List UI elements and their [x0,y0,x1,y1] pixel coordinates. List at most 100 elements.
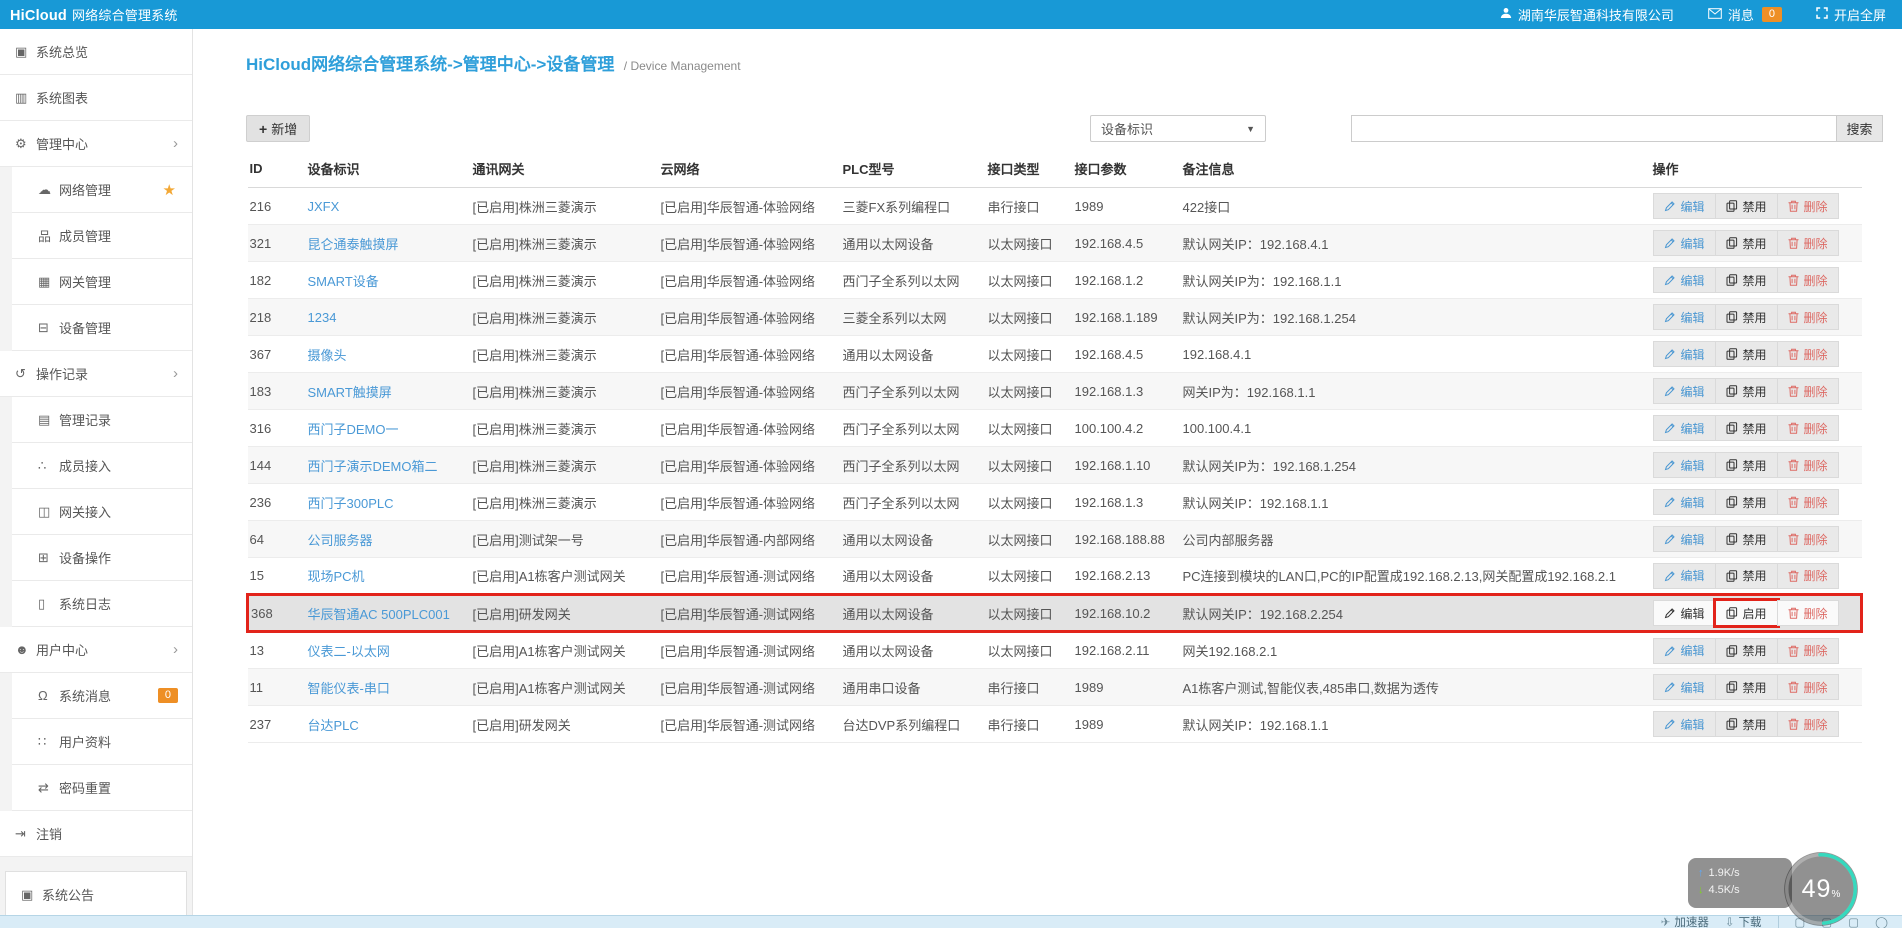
device-link[interactable]: 智能仪表-串口 [308,681,390,696]
delete-button[interactable]: 删除 [1776,637,1839,664]
edit-button[interactable]: 编辑 [1652,341,1716,367]
sidebar-item-member-access[interactable]: ∴ 成员接入 [12,443,192,489]
edit-button[interactable]: 编辑 [1652,378,1716,404]
filter-field-select[interactable]: 设备标识 ▼ [1090,115,1266,142]
toggle-button[interactable]: 禁用 [1714,230,1778,256]
edit-button[interactable]: 编辑 [1652,304,1716,330]
edit-button[interactable]: 编辑 [1652,526,1716,552]
edit-button[interactable]: 编辑 [1652,452,1716,478]
table-row[interactable]: 182 SMART设备 [已启用]株洲三菱演示 [已启用]华辰智通-体验网络 西… [247,261,1862,299]
delete-button[interactable]: 删除 [1776,267,1839,293]
sidebar-item-system-notice[interactable]: ▣ 系统公告 [5,871,187,917]
delete-button[interactable]: 删除 [1776,415,1839,441]
delete-button[interactable]: 删除 [1776,711,1839,737]
table-row[interactable]: 237 台达PLC [已启用]研发网关 [已启用]华辰智通-测试网络 台达DVP… [247,705,1862,743]
toggle-button[interactable]: 禁用 [1714,452,1778,478]
sidebar-item-network-mgmt[interactable]: ☁ 网络管理 ★ [12,167,192,213]
edit-button[interactable]: 编辑 [1652,600,1716,626]
delete-button[interactable]: 删除 [1776,452,1839,478]
table-row[interactable]: 15 现场PC机 [已启用]A1栋客户测试网关 [已启用]华辰智通-测试网络 通… [247,557,1862,595]
device-link[interactable]: SMART触摸屏 [308,385,392,400]
table-row[interactable]: 183 SMART触摸屏 [已启用]株洲三菱演示 [已启用]华辰智通-体验网络 … [247,372,1862,410]
table-row[interactable]: 64 公司服务器 [已启用]测试架一号 [已启用]华辰智通-内部网络 通用以太网… [247,520,1862,558]
sidebar-item-device-mgmt[interactable]: ⊟ 设备管理 [12,305,192,351]
table-row[interactable]: 13 仪表二-以太网 [已启用]A1栋客户测试网关 [已启用]华辰智通-测试网络… [247,631,1862,669]
favorite-star-icon[interactable]: ★ [163,181,180,199]
delete-button[interactable]: 删除 [1776,230,1839,256]
table-row[interactable]: 236 西门子300PLC [已启用]株洲三菱演示 [已启用]华辰智通-体验网络… [247,483,1862,521]
edit-button[interactable]: 编辑 [1652,193,1716,219]
toggle-button[interactable]: 启用 [1712,598,1780,628]
toggle-button[interactable]: 禁用 [1714,415,1778,441]
table-row[interactable]: 11 智能仪表-串口 [已启用]A1栋客户测试网关 [已启用]华辰智通-测试网络… [247,668,1862,706]
edit-button[interactable]: 编辑 [1652,489,1716,515]
device-link[interactable]: 1234 [308,310,337,325]
sidebar-item-device-ops[interactable]: ⊞ 设备操作 [12,535,192,581]
device-link[interactable]: 昆仑通泰触摸屏 [308,237,399,252]
delete-button[interactable]: 删除 [1776,526,1839,552]
sidebar-item-system-messages[interactable]: Ω 系统消息 0 [12,673,192,719]
toggle-button[interactable]: 禁用 [1714,267,1778,293]
device-link[interactable]: 现场PC机 [308,569,365,584]
device-link[interactable]: SMART设备 [308,274,379,289]
edit-button[interactable]: 编辑 [1652,562,1716,589]
company-account[interactable]: 湖南华辰智通科技有限公司 [1500,5,1674,24]
toggle-button[interactable]: 禁用 [1714,341,1778,367]
sidebar-item-charts[interactable]: ▥ 系统图表 [0,75,192,121]
device-link[interactable]: JXFX [308,199,340,214]
table-row[interactable]: 367 摄像头 [已启用]株洲三菱演示 [已启用]华辰智通-体验网络 通用以太网… [247,335,1862,373]
add-device-button[interactable]: + 新增 [246,115,311,142]
toggle-button[interactable]: 禁用 [1714,378,1778,404]
edit-button[interactable]: 编辑 [1652,267,1716,293]
device-link[interactable]: 摄像头 [308,348,347,363]
toggle-button[interactable]: 禁用 [1714,304,1778,330]
sidebar-item-user-center[interactable]: ☻ 用户中心 › [0,627,192,673]
sidebar-item-password-reset[interactable]: ⇄ 密码重置 [12,765,192,811]
edit-button[interactable]: 编辑 [1652,637,1716,664]
sidebar-item-user-profile[interactable]: ∷ 用户资料 [12,719,192,765]
sidebar-item-admin-records[interactable]: ▤ 管理记录 [12,397,192,443]
delete-button[interactable]: 删除 [1776,193,1839,219]
table-row[interactable]: 316 西门子DEMO一 [已启用]株洲三菱演示 [已启用]华辰智通-体验网络 … [247,409,1862,447]
sidebar-item-member-mgmt[interactable]: 品成员管理 [12,213,192,259]
sidebar-item-admin-center[interactable]: ⚙ 管理中心 › [0,121,192,167]
speed-monitor-overlay[interactable]: ↑ 1.9K/s ↓ 4.5K/s 49 % [1688,850,1860,938]
delete-button[interactable]: 删除 [1776,674,1839,700]
sidebar-item-overview[interactable]: ▣ 系统总览 [0,29,192,75]
delete-button[interactable]: 删除 [1776,378,1839,404]
delete-button[interactable]: 删除 [1776,304,1839,330]
search-input[interactable] [1351,115,1836,142]
clock-icon[interactable]: ◯ [1875,916,1888,928]
search-button[interactable]: 搜索 [1836,115,1883,142]
toggle-button[interactable]: 禁用 [1714,711,1778,737]
table-row[interactable]: 144 西门子演示DEMO箱二 [已启用]株洲三菱演示 [已启用]华辰智通-体验… [247,446,1862,484]
toggle-button[interactable]: 禁用 [1714,526,1778,552]
sidebar-item-op-records[interactable]: ↺ 操作记录 › [0,351,192,397]
sidebar-item-logout[interactable]: ⇥ 注销 [0,811,192,857]
messages-link[interactable]: 消息 0 [1708,5,1782,24]
delete-button[interactable]: 删除 [1776,600,1839,626]
progress-circle[interactable]: 49 % [1782,850,1860,928]
edit-button[interactable]: 编辑 [1652,415,1716,441]
device-link[interactable]: 公司服务器 [308,533,373,548]
delete-button[interactable]: 删除 [1776,341,1839,367]
toggle-button[interactable]: 禁用 [1714,193,1778,219]
edit-button[interactable]: 编辑 [1652,711,1716,737]
toggle-button[interactable]: 禁用 [1714,637,1778,664]
sidebar-item-gateway-mgmt[interactable]: ▦ 网关管理 [12,259,192,305]
table-row[interactable]: 218 1234 [已启用]株洲三菱演示 [已启用]华辰智通-体验网络 三菱全系… [247,298,1862,336]
device-link[interactable]: 西门子演示DEMO箱二 [308,459,438,474]
toggle-button[interactable]: 禁用 [1714,489,1778,515]
device-link[interactable]: 西门子300PLC [308,496,394,511]
table-row[interactable]: 216 JXFX [已启用]株洲三菱演示 [已启用]华辰智通-体验网络 三菱FX… [247,187,1862,225]
device-link[interactable]: 西门子DEMO一 [308,422,399,437]
table-row[interactable]: 321 昆仑通泰触摸屏 [已启用]株洲三菱演示 [已启用]华辰智通-体验网络 通… [247,224,1862,262]
toggle-button[interactable]: 禁用 [1714,674,1778,700]
edit-button[interactable]: 编辑 [1652,674,1716,700]
fullscreen-button[interactable]: 开启全屏 [1816,5,1886,24]
delete-button[interactable]: 删除 [1776,489,1839,515]
sidebar-item-gateway-access[interactable]: ◫ 网关接入 [12,489,192,535]
device-link[interactable]: 台达PLC [308,718,359,733]
table-row[interactable]: 368 华辰智通AC 500PLC001 [已启用]研发网关 [已启用]华辰智通… [247,594,1862,632]
delete-button[interactable]: 删除 [1776,562,1839,589]
